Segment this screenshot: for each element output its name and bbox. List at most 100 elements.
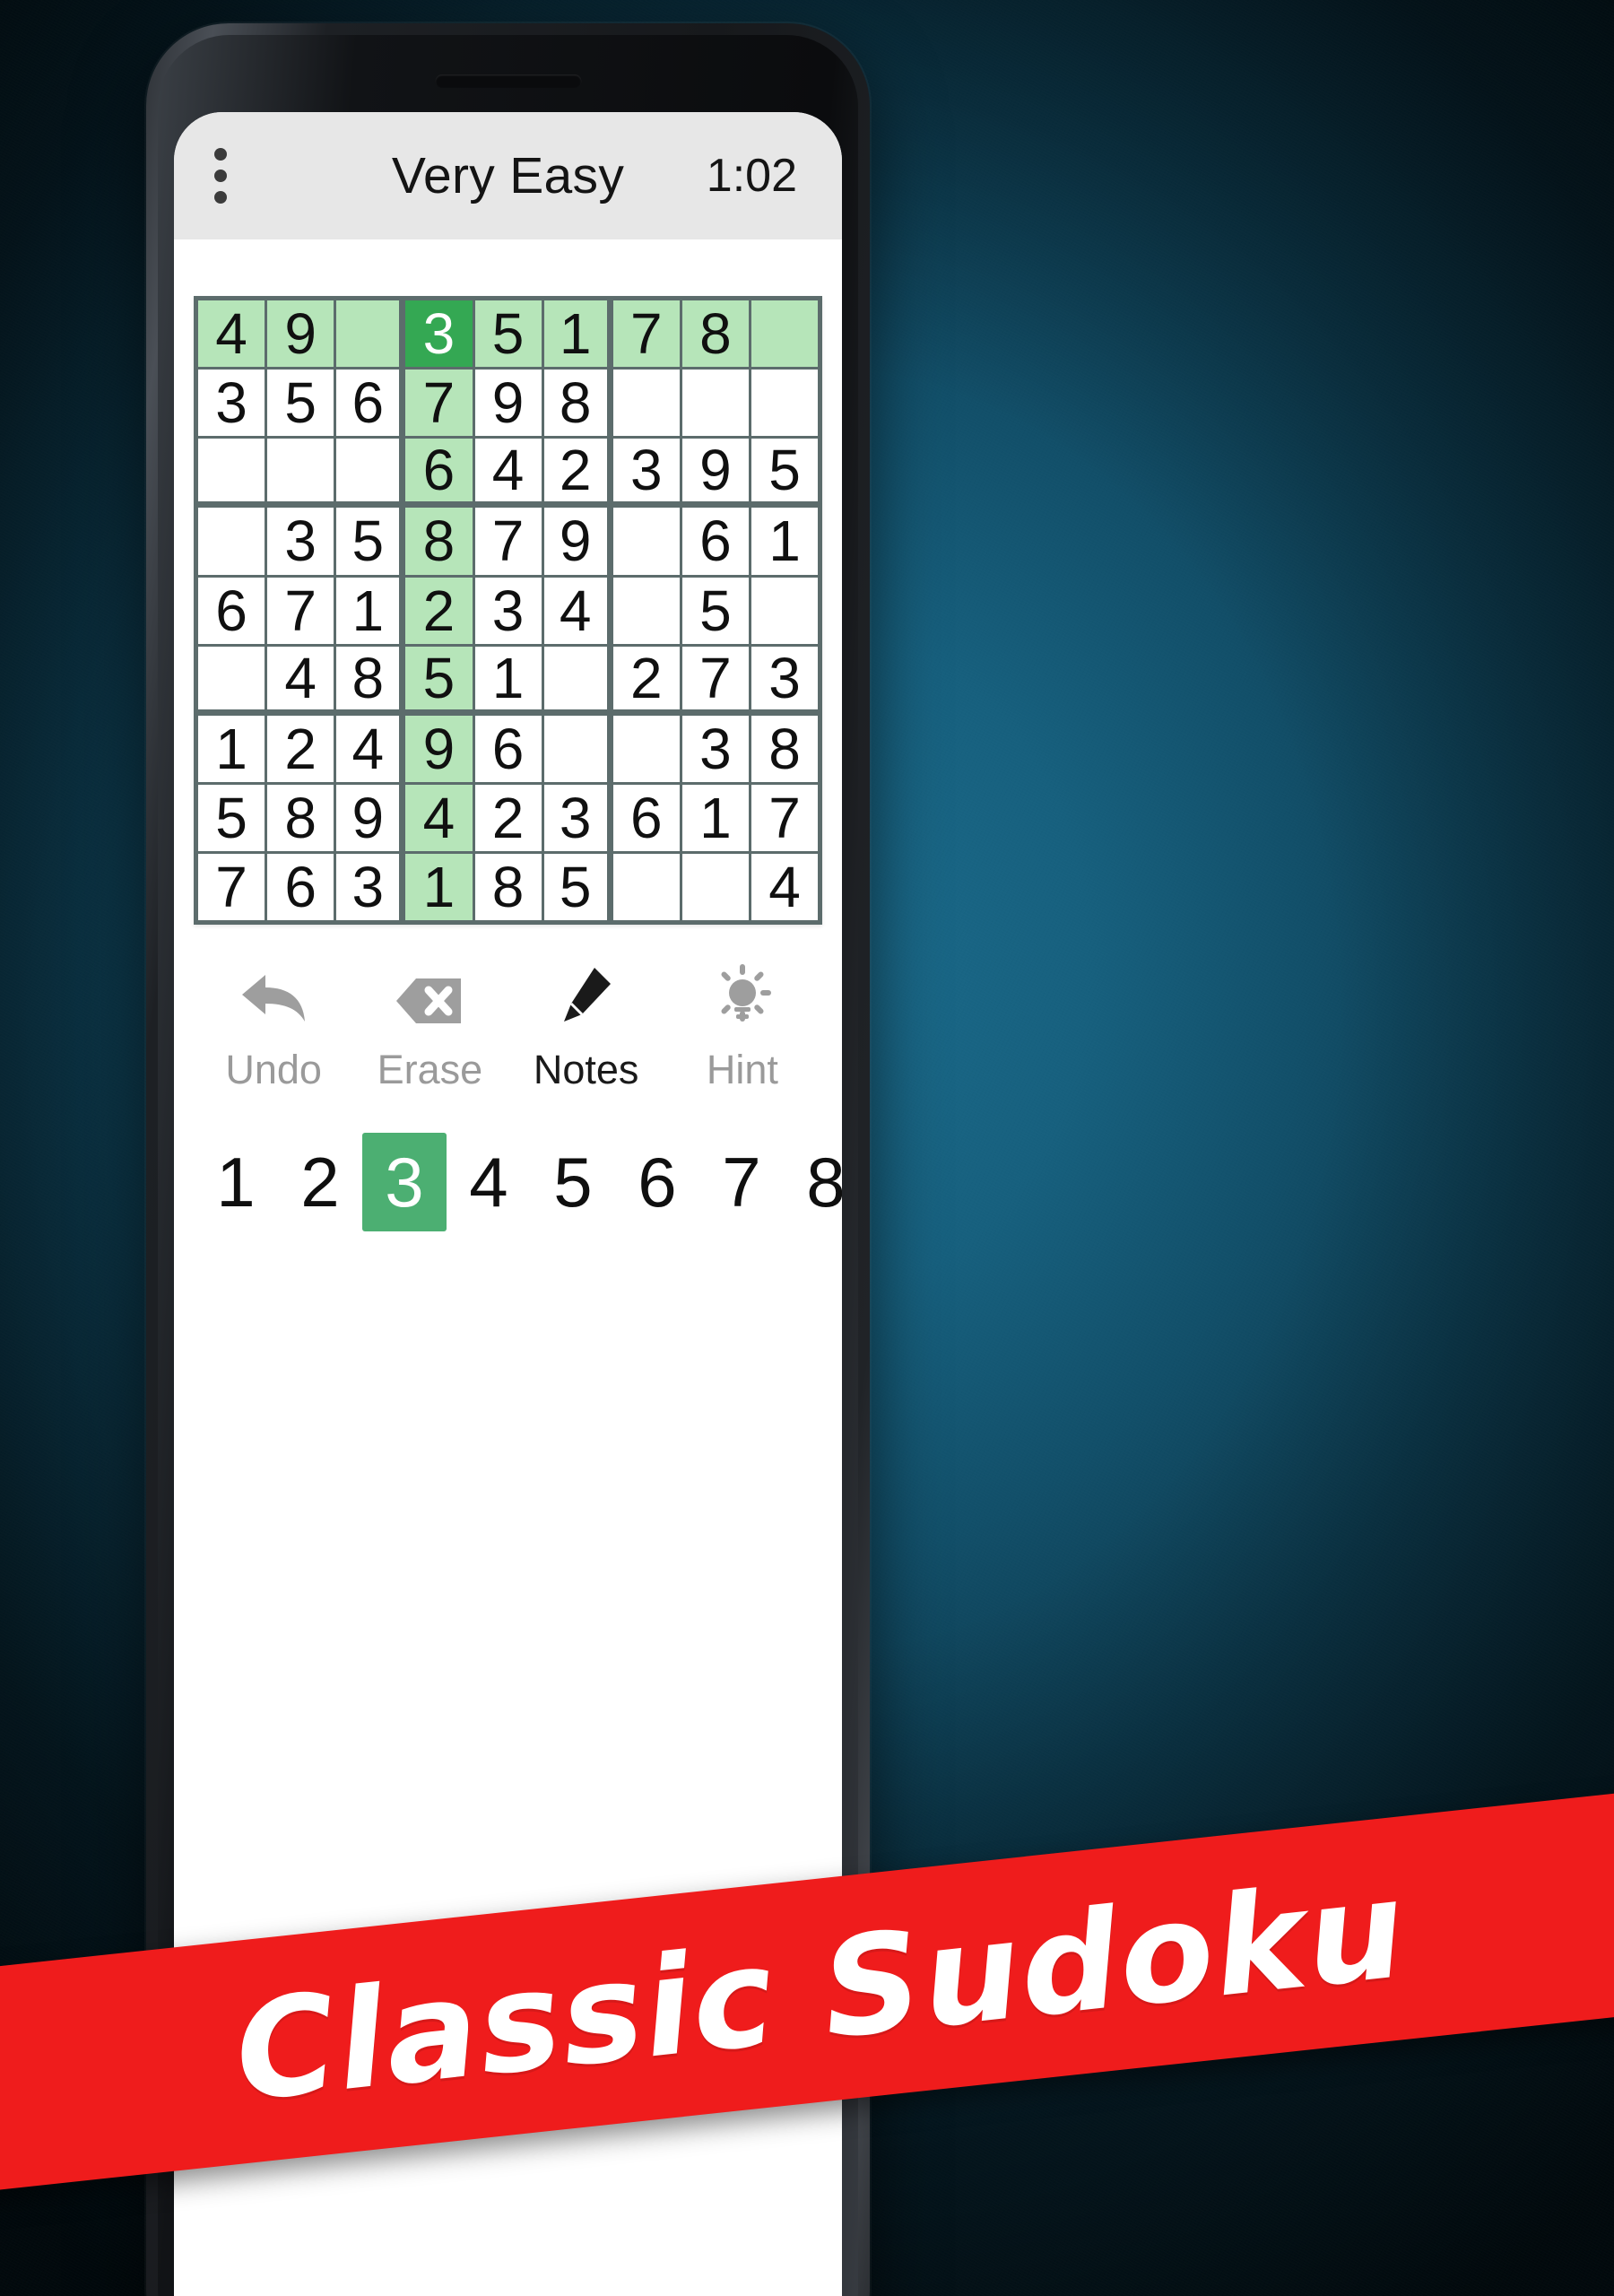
- sudoku-cell-r1c9[interactable]: [751, 300, 819, 368]
- sudoku-cell-r3c5[interactable]: 4: [474, 439, 542, 506]
- sudoku-cell-r6c2[interactable]: 4: [267, 646, 334, 713]
- sudoku-cell-r7c3[interactable]: 4: [336, 715, 404, 782]
- sudoku-cell-r3c7[interactable]: 3: [612, 439, 680, 506]
- sudoku-cell-r1c4[interactable]: 3: [405, 300, 473, 368]
- three-dots-vertical-icon[interactable]: [214, 148, 227, 204]
- sudoku-cell-r5c6[interactable]: 4: [543, 577, 611, 644]
- sudoku-cell-r7c1[interactable]: 1: [198, 715, 265, 782]
- erase-button[interactable]: Erase: [351, 968, 508, 1093]
- sudoku-cell-r7c2[interactable]: 2: [267, 715, 334, 782]
- sudoku-cell-r5c9[interactable]: [751, 577, 819, 644]
- sudoku-cell-r2c2[interactable]: 5: [267, 370, 334, 437]
- numpad-key-3[interactable]: 3: [362, 1133, 447, 1232]
- notes-button[interactable]: Notes: [508, 968, 664, 1093]
- sudoku-cell-r8c5[interactable]: 2: [474, 784, 542, 851]
- sudoku-cell-r4c9[interactable]: 1: [751, 508, 819, 575]
- numpad-key-4[interactable]: 4: [447, 1133, 531, 1231]
- sudoku-cell-r7c9[interactable]: 8: [751, 715, 819, 782]
- sudoku-cell-r2c7[interactable]: [612, 370, 680, 437]
- undo-button[interactable]: Undo: [195, 968, 351, 1093]
- sudoku-cell-r8c2[interactable]: 8: [267, 784, 334, 851]
- sudoku-cell-r5c3[interactable]: 1: [336, 577, 404, 644]
- sudoku-cell-r9c4[interactable]: 1: [405, 854, 473, 921]
- sudoku-cell-r5c8[interactable]: 5: [681, 577, 749, 644]
- game-toolbar: Undo Erase Notes Hint: [174, 964, 842, 1093]
- sudoku-cell-r3c3[interactable]: [336, 439, 404, 506]
- sudoku-cell-r9c5[interactable]: 8: [474, 854, 542, 921]
- sudoku-cell-r4c7[interactable]: [612, 508, 680, 575]
- sudoku-cell-r3c9[interactable]: 5: [751, 439, 819, 506]
- sudoku-cell-r4c2[interactable]: 3: [267, 508, 334, 575]
- dot: [214, 148, 227, 161]
- hint-button[interactable]: Hint: [664, 964, 820, 1093]
- numpad-key-5[interactable]: 5: [531, 1133, 615, 1231]
- sudoku-cell-r2c5[interactable]: 9: [474, 370, 542, 437]
- sudoku-cell-r2c6[interactable]: 8: [543, 370, 611, 437]
- sudoku-cell-r8c4[interactable]: 4: [405, 784, 473, 851]
- sudoku-cell-r2c3[interactable]: 6: [336, 370, 404, 437]
- sudoku-cell-r7c4[interactable]: 9: [405, 715, 473, 782]
- sudoku-cell-r3c8[interactable]: 9: [681, 439, 749, 506]
- sudoku-cell-r3c2[interactable]: [267, 439, 334, 506]
- sudoku-cell-r4c3[interactable]: 5: [336, 508, 404, 575]
- sudoku-cell-r6c6[interactable]: [543, 646, 611, 713]
- numpad-key-6[interactable]: 6: [615, 1133, 699, 1231]
- sudoku-cell-r8c1[interactable]: 5: [198, 784, 265, 851]
- sudoku-cell-r2c8[interactable]: [681, 370, 749, 437]
- sudoku-cell-r4c8[interactable]: 6: [681, 508, 749, 575]
- sudoku-cell-r3c6[interactable]: 2: [543, 439, 611, 506]
- sudoku-cell-r6c9[interactable]: 3: [751, 646, 819, 713]
- sudoku-cell-r3c1[interactable]: [198, 439, 265, 506]
- sudoku-cell-r6c7[interactable]: 2: [612, 646, 680, 713]
- sudoku-cell-r1c1[interactable]: 4: [198, 300, 265, 368]
- sudoku-grid[interactable]: 4935178356798642395358796167123454851273…: [194, 296, 822, 926]
- sudoku-cell-r8c6[interactable]: 3: [543, 784, 611, 851]
- sudoku-cell-r1c5[interactable]: 5: [474, 300, 542, 368]
- numpad-key-1[interactable]: 1: [194, 1133, 278, 1231]
- sudoku-cell-r7c5[interactable]: 6: [474, 715, 542, 782]
- sudoku-cell-r5c5[interactable]: 3: [474, 577, 542, 644]
- numpad-key-7[interactable]: 7: [699, 1133, 784, 1231]
- app-header: Very Easy 1:02: [174, 112, 842, 239]
- sudoku-cell-r6c1[interactable]: [198, 646, 265, 713]
- sudoku-cell-r7c7[interactable]: [612, 715, 680, 782]
- sudoku-cell-r5c2[interactable]: 7: [267, 577, 334, 644]
- sudoku-cell-r7c8[interactable]: 3: [681, 715, 749, 782]
- sudoku-cell-r5c4[interactable]: 2: [405, 577, 473, 644]
- sudoku-cell-r3c4[interactable]: 6: [405, 439, 473, 506]
- sudoku-cell-r9c1[interactable]: 7: [198, 854, 265, 921]
- lightbulb-icon: [708, 964, 777, 1027]
- sudoku-cell-r9c2[interactable]: 6: [267, 854, 334, 921]
- sudoku-cell-r8c3[interactable]: 9: [336, 784, 404, 851]
- sudoku-cell-r6c4[interactable]: 5: [405, 646, 473, 713]
- sudoku-cell-r1c3[interactable]: [336, 300, 404, 368]
- sudoku-cell-r1c8[interactable]: 8: [681, 300, 749, 368]
- sudoku-cell-r6c3[interactable]: 8: [336, 646, 404, 713]
- sudoku-cell-r9c6[interactable]: 5: [543, 854, 611, 921]
- sudoku-cell-r9c9[interactable]: 4: [751, 854, 819, 921]
- sudoku-cell-r2c4[interactable]: 7: [405, 370, 473, 437]
- sudoku-cell-r5c7[interactable]: [612, 577, 680, 644]
- sudoku-cell-r9c7[interactable]: [612, 854, 680, 921]
- numpad-key-2[interactable]: 2: [278, 1133, 362, 1231]
- sudoku-cell-r1c6[interactable]: 1: [543, 300, 611, 368]
- sudoku-cell-r4c1[interactable]: [198, 508, 265, 575]
- sudoku-cell-r2c9[interactable]: [751, 370, 819, 437]
- sudoku-cell-r8c8[interactable]: 1: [681, 784, 749, 851]
- sudoku-cell-r5c1[interactable]: 6: [198, 577, 265, 644]
- sudoku-cell-r4c6[interactable]: 9: [543, 508, 611, 575]
- sudoku-cell-r9c8[interactable]: [681, 854, 749, 921]
- sudoku-cell-r8c9[interactable]: 7: [751, 784, 819, 851]
- sudoku-cell-r2c1[interactable]: 3: [198, 370, 265, 437]
- sudoku-cell-r8c7[interactable]: 6: [612, 784, 680, 851]
- sudoku-cell-r6c5[interactable]: 1: [474, 646, 542, 713]
- sudoku-cell-r1c7[interactable]: 7: [612, 300, 680, 368]
- sudoku-cell-r4c5[interactable]: 7: [474, 508, 542, 575]
- sudoku-cell-r1c2[interactable]: 9: [267, 300, 334, 368]
- sudoku-cell-r7c6[interactable]: [543, 715, 611, 782]
- sudoku-cell-r4c4[interactable]: 8: [405, 508, 473, 575]
- numpad-key-8[interactable]: 8: [784, 1133, 842, 1231]
- sudoku-cell-r6c8[interactable]: 7: [681, 646, 749, 713]
- sudoku-cell-r9c3[interactable]: 3: [336, 854, 404, 921]
- number-pad: 123456789: [174, 1133, 842, 1232]
